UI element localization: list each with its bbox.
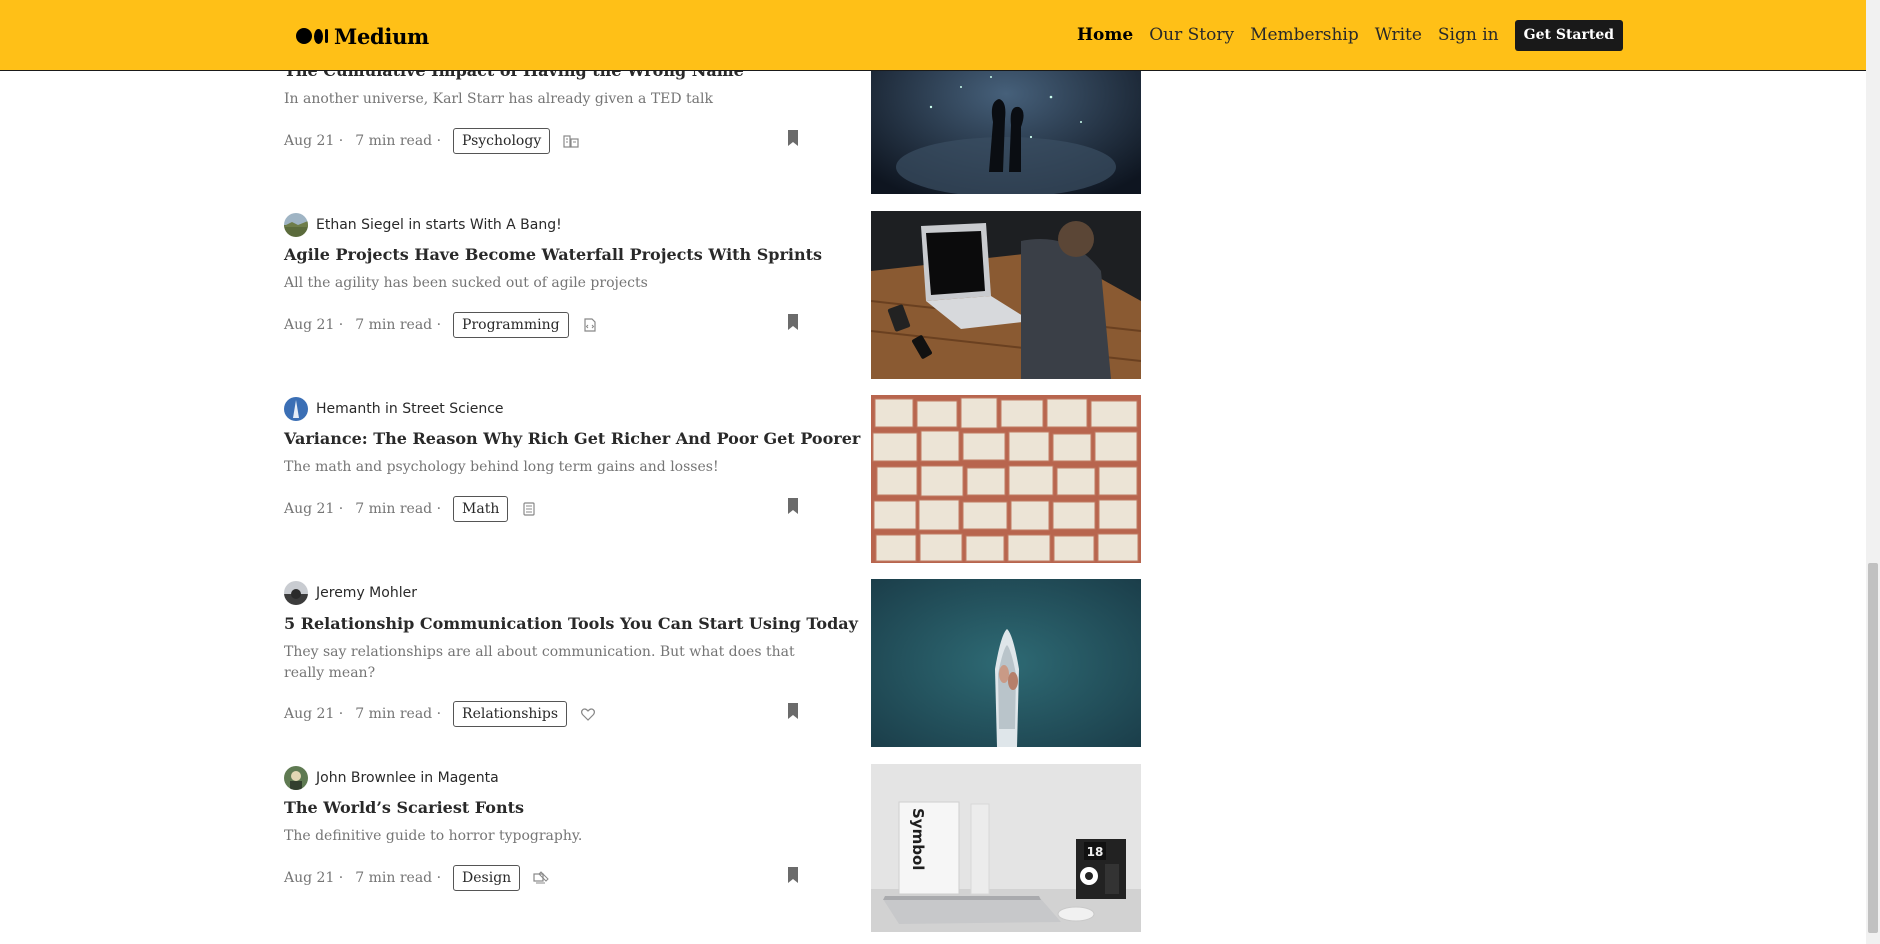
article-thumbnail[interactable]: Symbol 18 — [871, 764, 1141, 932]
article-card[interactable]: John Brownlee in Magenta The World’s Sca… — [284, 764, 1144, 934]
read-time: 7 min read · — [355, 317, 442, 333]
author-name[interactable]: Ethan Siegel in starts With A Bang! — [316, 217, 562, 233]
bookmark-icon[interactable] — [786, 866, 800, 884]
article-card[interactable]: Hemanth in Street Science Variance: The … — [284, 395, 1144, 565]
code-file-icon — [581, 316, 599, 334]
bookmark-icon[interactable] — [786, 497, 800, 515]
article-meta: Aug 21 · 7 min read · Psychology — [284, 126, 580, 156]
article-author[interactable]: Jeremy Mohler — [284, 581, 417, 605]
article-subtitle[interactable]: They say relationships are all about com… — [284, 642, 824, 684]
topic-tag[interactable]: Relationships — [453, 701, 568, 727]
author-name[interactable]: Hemanth in Street Science — [316, 401, 504, 417]
read-time: 7 min read · — [355, 870, 442, 886]
article-meta: Aug 21 · 7 min read · Math — [284, 494, 538, 524]
article-thumbnail[interactable] — [871, 395, 1141, 563]
author-avatar[interactable] — [284, 397, 308, 421]
brand-name: Medium — [334, 23, 429, 49]
bookmark-icon[interactable] — [786, 129, 800, 147]
nav-membership[interactable]: Membership — [1250, 25, 1359, 45]
article-title[interactable]: Variance: The Reason Why Rich Get Richer… — [284, 429, 860, 448]
article-date: Aug 21 · — [284, 870, 344, 886]
bookmark-icon[interactable] — [786, 313, 800, 331]
article-date: Aug 21 · — [284, 133, 344, 149]
article-title[interactable]: The World’s Scariest Fonts — [284, 798, 524, 817]
article-subtitle[interactable]: In another universe, Karl Starr has alre… — [284, 89, 824, 110]
author-name[interactable]: John Brownlee in Magenta — [316, 770, 499, 786]
topic-tag[interactable]: Design — [453, 865, 521, 891]
medium-logo-icon — [296, 28, 328, 44]
author-avatar[interactable] — [284, 766, 308, 790]
article-date: Aug 21 · — [284, 317, 344, 333]
author-avatar[interactable] — [284, 213, 308, 237]
article-title[interactable]: Agile Projects Have Become Waterfall Pro… — [284, 245, 822, 264]
scrollbar-thumb[interactable] — [1868, 563, 1878, 933]
article-meta: Aug 21 · 7 min read · Programming — [284, 310, 599, 340]
article-author[interactable]: Ethan Siegel in starts With A Bang! — [284, 213, 562, 237]
nav-sign-in[interactable]: Sign in — [1438, 25, 1499, 45]
article-meta: Aug 21 · 7 min read · Relationships — [284, 699, 597, 729]
author-name[interactable]: Jeremy Mohler — [316, 585, 417, 601]
get-started-button[interactable]: Get Started — [1514, 19, 1624, 51]
article-title[interactable]: 5 Relationship Communication Tools You C… — [284, 614, 858, 633]
article-subtitle[interactable]: The math and psychology behind long term… — [284, 457, 824, 478]
top-nav: Home Our Story Membership Write Sign in … — [1077, 19, 1624, 51]
calculator-icon — [520, 500, 538, 518]
article-author[interactable]: John Brownlee in Magenta — [284, 766, 499, 790]
article-card[interactable]: Jeremy Mohler 5 Relationship Communicati… — [284, 579, 1144, 759]
calendar-day: 18 — [1087, 845, 1104, 859]
buildings-icon — [562, 132, 580, 150]
book-cover-text: Symbol — [909, 808, 927, 870]
read-time: 7 min read · — [355, 501, 442, 517]
read-time: 7 min read · — [355, 706, 442, 722]
author-avatar[interactable] — [284, 581, 308, 605]
article-thumbnail[interactable] — [871, 211, 1141, 379]
article-subtitle[interactable]: The definitive guide to horror typograph… — [284, 826, 824, 847]
article-thumbnail[interactable] — [871, 579, 1141, 747]
article-card[interactable]: Ethan Siegel in starts With A Bang! Agil… — [284, 211, 1144, 381]
medium-logo[interactable]: Medium — [296, 22, 429, 50]
design-tool-icon — [532, 869, 550, 887]
topic-tag[interactable]: Math — [453, 496, 509, 522]
nav-home[interactable]: Home — [1077, 25, 1133, 45]
topic-tag[interactable]: Programming — [453, 312, 569, 338]
article-meta: Aug 21 · 7 min read · Design — [284, 863, 550, 893]
article-date: Aug 21 · — [284, 501, 344, 517]
topic-tag[interactable]: Psychology — [453, 128, 551, 154]
site-header: Medium Home Our Story Membership Write S… — [0, 0, 1866, 71]
nav-write[interactable]: Write — [1375, 25, 1422, 45]
article-subtitle[interactable]: All the agility has been sucked out of a… — [284, 273, 824, 294]
article-author[interactable]: Hemanth in Street Science — [284, 397, 504, 421]
heart-icon — [579, 705, 597, 723]
page: Medium Home Our Story Membership Write S… — [0, 0, 1880, 944]
bookmark-icon[interactable] — [786, 702, 800, 720]
read-time: 7 min read · — [355, 133, 442, 149]
article-date: Aug 21 · — [284, 706, 344, 722]
nav-our-story[interactable]: Our Story — [1149, 25, 1234, 45]
